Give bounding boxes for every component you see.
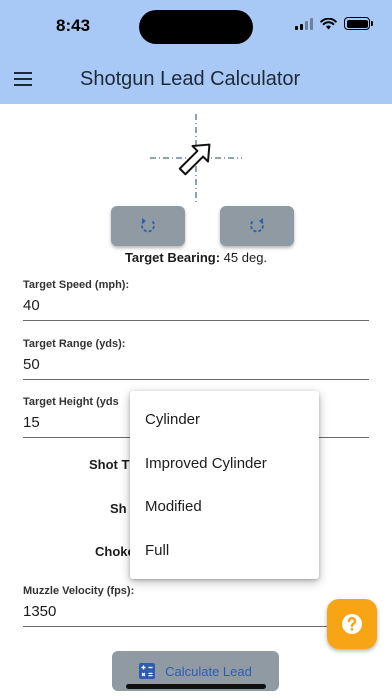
target-speed-field[interactable]: Target Speed (mph): 40 (23, 279, 369, 321)
shot-size-label: Sh (110, 501, 127, 516)
menu-item-full[interactable]: Full (130, 529, 319, 573)
target-bearing: Target Bearing: 45 deg. (0, 250, 392, 265)
battery-icon (344, 17, 373, 30)
bearing-label: Target Bearing: (124, 250, 221, 265)
target-range-value[interactable]: 50 (23, 356, 369, 379)
bearing-diagram (150, 114, 242, 204)
choke-dropdown-menu: Cylinder Improved Cylinder Modified Full (130, 391, 319, 579)
target-range-label: Target Range (yds): (23, 338, 126, 350)
help-icon (342, 614, 362, 634)
shot-type-label: Shot T (89, 457, 130, 472)
home-indicator (126, 684, 266, 689)
signal-icon (295, 17, 313, 30)
menu-item-modified[interactable]: Modified (130, 485, 319, 529)
bearing-value: 45 deg. (223, 250, 268, 265)
screen: 8:43 Shotgun Lead Calculator Target Bear… (0, 0, 392, 696)
target-speed-label: Target Speed (mph): (23, 279, 130, 291)
dynamic-island (139, 10, 253, 44)
menu-item-improved-cylinder[interactable]: Improved Cylinder (130, 442, 319, 486)
rotate-right-button[interactable] (220, 206, 294, 246)
app-title: Shotgun Lead Calculator (80, 68, 301, 90)
target-range-field[interactable]: Target Range (yds): 50 (23, 338, 369, 380)
status-icons (295, 17, 373, 30)
menu-icon[interactable] (14, 67, 38, 91)
help-button[interactable] (327, 599, 377, 649)
header: 8:43 Shotgun Lead Calculator (0, 0, 392, 104)
rotate-left-button[interactable] (111, 206, 185, 246)
muzzle-velocity-field[interactable]: Muzzle Velocity (fps): 1350 (23, 585, 369, 627)
menu-item-cylinder[interactable]: Cylinder (130, 398, 319, 442)
calculate-lead-label: Calculate Lead (165, 663, 252, 679)
calculator-icon (139, 663, 156, 679)
status-time: 8:43 (56, 16, 91, 35)
muzzle-velocity-value[interactable]: 1350 (23, 603, 369, 626)
rotate-cw-icon (250, 218, 264, 233)
rotate-ccw-icon (141, 218, 155, 233)
wifi-icon (320, 17, 337, 29)
choke-label: Choke (95, 544, 135, 559)
muzzle-velocity-label: Muzzle Velocity (fps): (23, 585, 135, 597)
target-speed-value[interactable]: 40 (23, 297, 369, 320)
